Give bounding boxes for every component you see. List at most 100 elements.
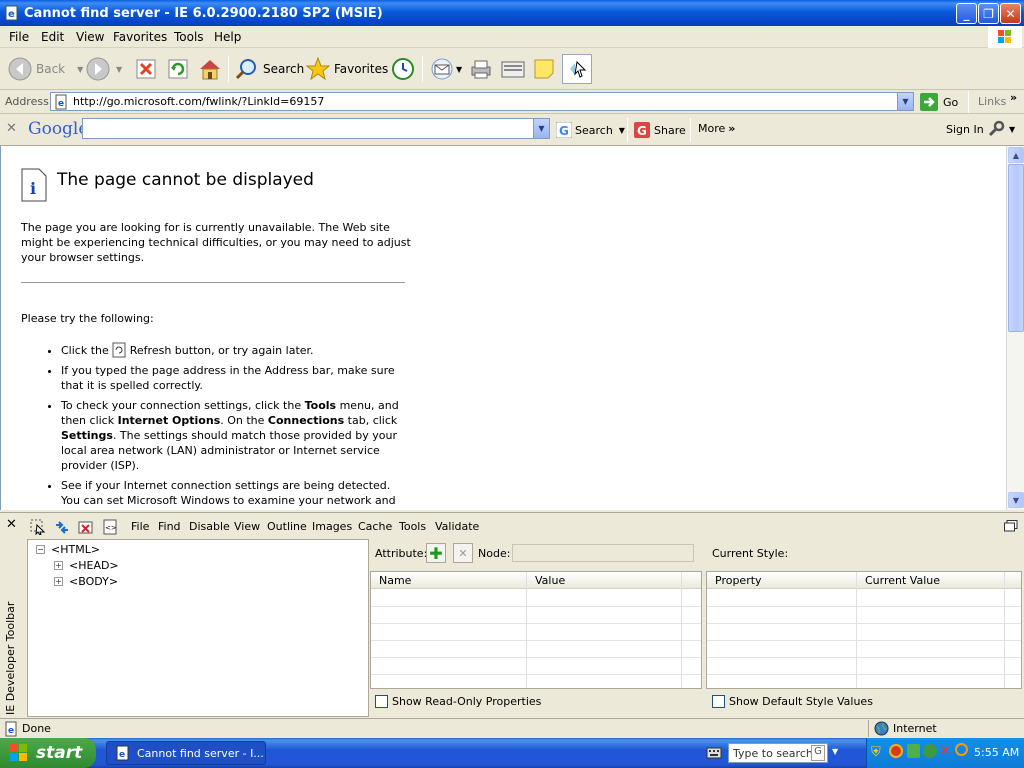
google-search-dropdown[interactable]: ▼	[533, 119, 549, 138]
vertical-scrollbar[interactable]: ▲ ▼	[1006, 146, 1024, 510]
windows-flag-icon	[988, 26, 1022, 48]
view-source-icon[interactable]: <>	[102, 519, 118, 535]
expand-icon[interactable]: +	[54, 561, 63, 570]
collapse-icon[interactable]: −	[36, 545, 45, 554]
show-readonly-checkbox[interactable]: Show Read-Only Properties	[375, 695, 541, 708]
refresh-button[interactable]	[167, 54, 189, 84]
address-label: Address	[5, 95, 49, 108]
zone-text: Internet	[893, 722, 937, 735]
start-button[interactable]: start	[0, 738, 96, 768]
col-value[interactable]: Value	[535, 574, 565, 587]
style-pane: Current Style: Property Current Value Sh…	[706, 539, 1024, 717]
menu-view[interactable]: View	[76, 30, 104, 44]
favorites-button[interactable]: Favorites	[306, 54, 388, 84]
stop-button[interactable]	[135, 54, 157, 84]
add-attribute-button[interactable]: ✚	[426, 543, 446, 563]
expand-icon[interactable]: +	[54, 577, 63, 586]
sign-in-link[interactable]: Sign In	[946, 123, 984, 136]
google-search-input[interactable]: ▼	[82, 118, 550, 139]
edit-button[interactable]	[500, 54, 526, 84]
address-dropdown[interactable]: ▼	[897, 93, 913, 110]
dev-menu-validate[interactable]: Validate	[435, 520, 479, 533]
menu-help[interactable]: Help	[214, 30, 241, 44]
dev-menu-find[interactable]: Find	[158, 520, 181, 533]
dom-tree[interactable]: − <HTML> + <HEAD> + <BODY>	[27, 539, 369, 717]
close-button[interactable]: ✕	[1000, 3, 1021, 24]
address-input[interactable]: e http://go.microsoft.com/fwlink/?LinkId…	[50, 92, 914, 111]
mail-button[interactable]: ▼	[430, 54, 462, 84]
keyboard-icon[interactable]	[706, 746, 722, 760]
update-icon[interactable]	[923, 744, 937, 758]
attribute-grid[interactable]: Name Value	[370, 571, 702, 689]
node-field[interactable]	[512, 544, 694, 562]
scroll-thumb[interactable]	[1008, 164, 1024, 332]
minimize-button[interactable]: _	[956, 3, 977, 24]
scroll-up-button[interactable]: ▲	[1008, 147, 1024, 163]
chevron-right-icon[interactable]: »	[1010, 91, 1017, 104]
restore-button[interactable]: ❐	[978, 3, 999, 24]
dev-menu-disable[interactable]: Disable	[189, 520, 230, 533]
col-current-value[interactable]: Current Value	[865, 574, 940, 587]
search-icon[interactable]	[955, 743, 968, 756]
edit-page-icon	[501, 61, 525, 78]
clock[interactable]: 5:55 AM	[974, 746, 1019, 759]
undock-icon[interactable]	[1004, 520, 1018, 532]
back-button[interactable]: Back ▼	[8, 54, 83, 84]
close-toolbar-icon[interactable]: ✕	[6, 121, 17, 136]
search-button[interactable]: Search	[235, 54, 304, 84]
more-button[interactable]: More »	[698, 122, 735, 135]
security-icon[interactable]	[889, 744, 903, 758]
go-button[interactable]: Go	[920, 93, 958, 111]
forward-button[interactable]: ▼	[86, 54, 122, 84]
bullet-text: Click the	[61, 344, 113, 357]
dev-menu-view[interactable]: View	[234, 520, 260, 533]
show-default-checkbox[interactable]: Show Default Style Values	[712, 695, 873, 708]
menu-edit[interactable]: Edit	[41, 30, 64, 44]
style-grid[interactable]: Property Current Value	[706, 571, 1022, 689]
menu-favorites[interactable]: Favorites	[113, 30, 167, 44]
chevron-down-icon[interactable]: ▼	[832, 747, 838, 756]
menu-tools[interactable]: Tools	[174, 30, 204, 44]
remove-attribute-button[interactable]: ✕	[453, 543, 473, 563]
svg-text:e: e	[8, 9, 15, 20]
checkbox-box[interactable]	[712, 695, 725, 708]
col-property[interactable]: Property	[715, 574, 762, 587]
checkbox-box[interactable]	[375, 695, 388, 708]
volume-muted-icon[interactable]: ✕	[939, 743, 951, 759]
more-label: More	[698, 122, 726, 135]
scroll-down-button[interactable]: ▼	[1008, 492, 1024, 508]
print-button[interactable]	[469, 54, 493, 84]
tree-node-body[interactable]: + <BODY>	[54, 575, 118, 588]
taskbar: start e Cannot find server - I... Type t…	[0, 738, 1024, 768]
stop-icon	[136, 59, 156, 79]
tree-node-html[interactable]: − <HTML>	[36, 543, 100, 556]
taskbar-search-input[interactable]: Type to search G	[728, 743, 828, 763]
col-name[interactable]: Name	[379, 574, 411, 587]
dev-toolbar-button[interactable]	[562, 54, 592, 84]
tree-node-head[interactable]: + <HEAD>	[54, 559, 119, 572]
dev-menu-outline[interactable]: Outline	[267, 520, 307, 533]
select-element-icon[interactable]	[30, 519, 46, 535]
title-bar[interactable]: e Cannot find server - IE 6.0.2900.2180 …	[0, 0, 1024, 26]
history-button[interactable]	[391, 54, 415, 84]
dev-menu-file[interactable]: File	[131, 520, 149, 533]
dev-menu-images[interactable]: Images	[312, 520, 352, 533]
google-search-button[interactable]: G Search ▼	[556, 122, 625, 138]
svg-text:e: e	[58, 99, 64, 109]
network-icon[interactable]	[907, 744, 920, 758]
settings-button[interactable]: ▼	[987, 120, 1015, 138]
menu-file[interactable]: File	[9, 30, 29, 44]
links-button[interactable]: Links	[978, 95, 1006, 108]
home-button[interactable]	[197, 54, 223, 84]
share-button[interactable]: G Share	[634, 122, 686, 138]
taskbar-item-ie[interactable]: e Cannot find server - I...	[106, 741, 266, 765]
shield-icon[interactable]: ⛨	[871, 745, 881, 760]
clear-outline-icon[interactable]	[78, 519, 94, 535]
close-dev-toolbar-icon[interactable]: ✕	[6, 517, 17, 532]
refresh-tree-icon[interactable]	[54, 519, 70, 535]
grid-col-line	[1004, 572, 1005, 688]
notes-button[interactable]	[532, 54, 556, 84]
dev-menu-tools[interactable]: Tools	[399, 520, 426, 533]
dev-menu-cache[interactable]: Cache	[358, 520, 392, 533]
chevron-down-icon: ▼	[116, 64, 123, 74]
